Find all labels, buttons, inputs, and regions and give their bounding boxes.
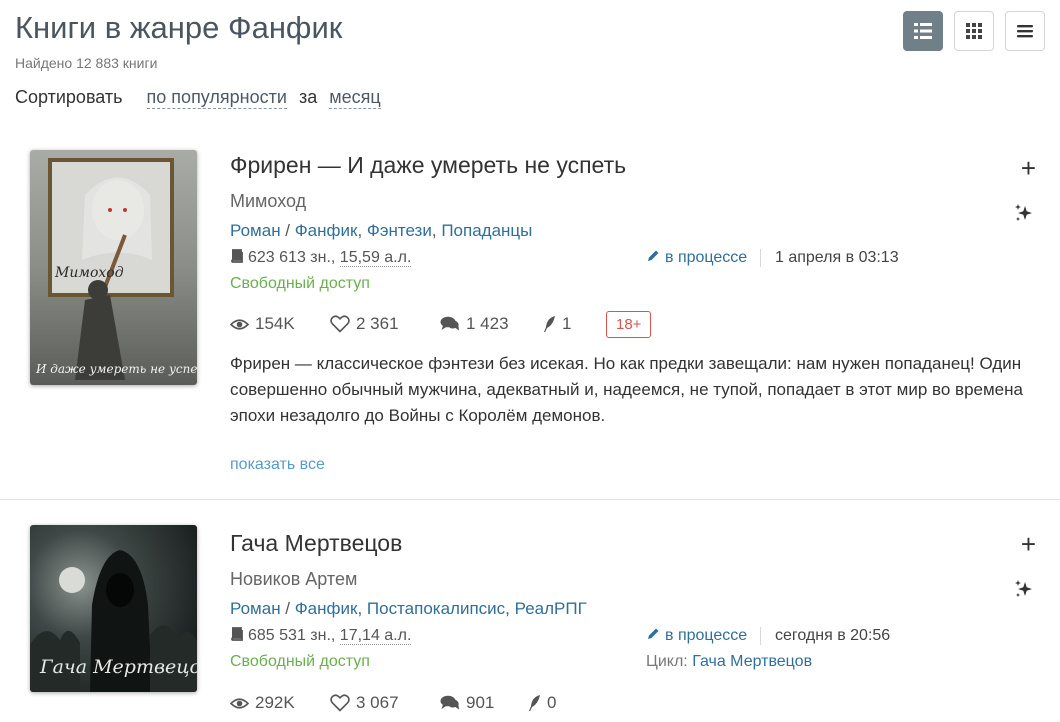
- heart-icon: [330, 315, 350, 333]
- book-size: 623 613 зн., 15,59 а.л.: [230, 249, 412, 267]
- book-author[interactable]: Новиков Артем: [230, 569, 1035, 590]
- cover-title-text: И даже умереть не успеть: [35, 362, 197, 376]
- book-size: 685 531 зн., 17,14 а.л.: [230, 627, 412, 645]
- comments-stat[interactable]: 901: [440, 693, 527, 713]
- pencil-icon: [648, 250, 659, 261]
- recommend-button[interactable]: [1014, 579, 1034, 604]
- results-count: Найдено 12 883 книги: [15, 55, 158, 71]
- book-stats: 292K 3 067 901 0: [230, 689, 1035, 717]
- book-icon: [231, 627, 243, 641]
- genre-link[interactable]: Роман: [230, 221, 281, 240]
- add-to-library-button[interactable]: +: [1021, 531, 1036, 557]
- book-info: Фрирен — И даже умереть не успеть Мимохо…: [230, 152, 1035, 474]
- book-genres: Роман / Фанфик, Фэнтези, Попаданцы: [230, 221, 533, 240]
- access-status: Свободный доступ: [230, 275, 370, 292]
- size-chars: 685 531 зн.,: [248, 627, 340, 644]
- genre-link[interactable]: Фанфик: [295, 221, 358, 240]
- comments-icon: [440, 695, 459, 710]
- book-card: Гача Мертвецов Гача Мертвецов Новиков Ар…: [0, 500, 1060, 722]
- book-cover[interactable]: Гача Мертвецов: [30, 525, 197, 692]
- cover-author-text: Мимоход: [54, 265, 124, 281]
- book-description: Фрирен — классическое фэнтези без исекая…: [230, 354, 1023, 425]
- book-cover[interactable]: Мимоход И даже умереть не успеть: [30, 150, 197, 385]
- book-icon: [231, 249, 243, 263]
- heart-icon: [330, 694, 350, 712]
- period-label: за: [298, 87, 318, 107]
- add-to-library-button[interactable]: +: [1021, 155, 1036, 181]
- eye-icon: [230, 697, 249, 709]
- eye-icon: [230, 318, 249, 330]
- book-info: Гача Мертвецов Новиков Артем Роман / Фан…: [230, 530, 1035, 717]
- cycle-label: Цикл:: [646, 653, 688, 670]
- period-dropdown[interactable]: месяц: [329, 87, 381, 109]
- pencil-icon: [648, 628, 659, 639]
- book-meta: 685 531 зн., 17,14 а.л. в процессе сегод…: [230, 627, 1035, 653]
- likes-stat[interactable]: 3 067: [330, 693, 440, 713]
- sort-dropdown[interactable]: по популярности: [146, 87, 287, 109]
- book-meta: 623 613 зн., 15,59 а.л. в процессе 1 апр…: [230, 249, 1035, 275]
- book-title[interactable]: Фрирен — И даже умереть не успеть: [230, 152, 1035, 179]
- cover-title-text: Гача Мертвецов: [39, 656, 197, 678]
- page-title: Книги в жанре Фанфик: [15, 10, 343, 45]
- access-status: Свободный доступ: [230, 653, 370, 670]
- plus-icon: +: [1020, 529, 1036, 559]
- size-al: 17,14 а.л.: [339, 627, 412, 645]
- book-card: Мимоход И даже умереть не успеть Фрирен …: [0, 130, 1060, 500]
- genre-link[interactable]: Фэнтези: [367, 221, 432, 240]
- comments-icon: [440, 316, 459, 331]
- list-view-icon: [914, 23, 932, 39]
- size-chars: 623 613 зн.,: [248, 249, 340, 266]
- quill-icon: [529, 695, 540, 711]
- book-genres: Роман / Фанфик, Постапокалипсис, РеалРПГ: [230, 599, 587, 618]
- views-stat: 154K: [230, 314, 330, 334]
- page-header: Книги в жанре Фанфик Найдено 12 883 книг…: [15, 0, 1045, 130]
- book-author[interactable]: Мимоход: [230, 191, 1035, 212]
- cycle-link[interactable]: Гача Мертвецов: [692, 653, 812, 670]
- book-updated-date: 1 апреля в 03:13: [760, 249, 899, 267]
- sort-label: Сортировать: [15, 87, 123, 107]
- likes-stat[interactable]: 2 361: [330, 314, 440, 334]
- genre-link[interactable]: Фанфик: [295, 599, 358, 618]
- sparkles-icon: [1015, 204, 1032, 221]
- genre-link[interactable]: Попаданцы: [441, 221, 532, 240]
- book-status[interactable]: в процессе: [646, 627, 747, 645]
- access-row: Свободный доступ Цикл: Гача Мертвецов: [230, 653, 1035, 675]
- views-stat: 292K: [230, 693, 330, 713]
- sparkles-icon: [1015, 580, 1032, 597]
- cover-image: Мимоход И даже умереть не успеть: [30, 150, 197, 385]
- book-title[interactable]: Гача Мертвецов: [230, 530, 1035, 557]
- genre-link[interactable]: Постапокалипсис: [367, 599, 505, 618]
- size-al: 15,59 а.л.: [339, 249, 412, 267]
- book-cycle: Цикл: Гача Мертвецов: [646, 653, 812, 671]
- comments-stat[interactable]: 1 423: [440, 314, 542, 334]
- quill-icon: [544, 316, 555, 332]
- compact-view-button[interactable]: [1005, 11, 1045, 51]
- age-rating-badge: 18+: [606, 310, 652, 338]
- genre-link[interactable]: РеалРПГ: [515, 599, 587, 618]
- book-stats: 154K 2 361 1 423 1 18+: [230, 310, 1035, 338]
- recommend-button[interactable]: [1014, 203, 1034, 228]
- book-status[interactable]: в процессе: [646, 249, 747, 267]
- grid-view-button[interactable]: [954, 11, 994, 51]
- awards-stat: 1: [542, 314, 606, 334]
- show-all-link[interactable]: показать все: [230, 456, 325, 474]
- book-updated-date: сегодня в 20:56: [760, 627, 890, 645]
- awards-stat: 0: [527, 693, 591, 713]
- list-view-button[interactable]: [903, 11, 943, 51]
- cover-image: Гача Мертвецов: [30, 525, 197, 692]
- view-switcher: [903, 11, 1045, 51]
- menu-icon: [1017, 25, 1033, 38]
- plus-icon: +: [1020, 153, 1036, 183]
- grid-view-icon: [966, 23, 982, 39]
- sort-controls: Сортировать по популярности за месяц: [15, 87, 381, 109]
- genre-link[interactable]: Роман: [230, 599, 281, 618]
